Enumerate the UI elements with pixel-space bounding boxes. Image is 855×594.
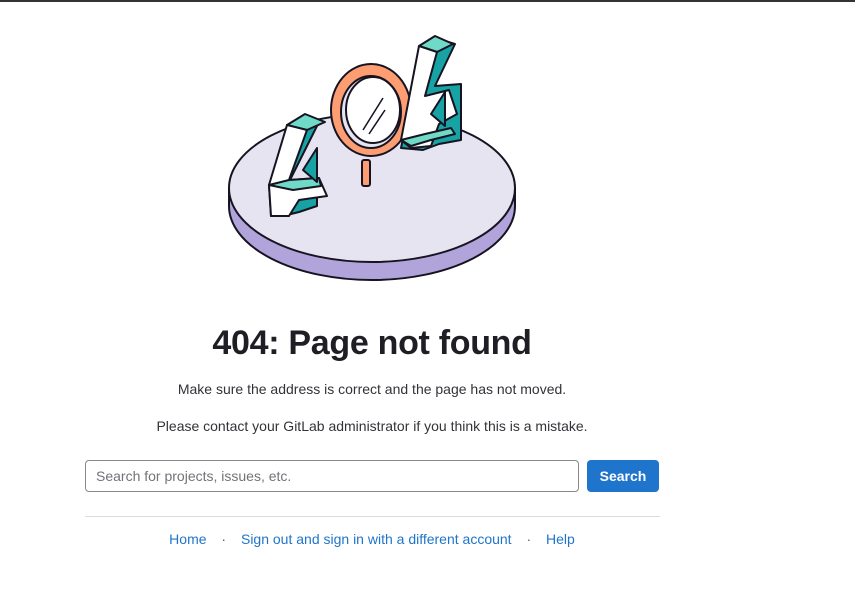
search-button[interactable]: Search [587,460,659,492]
divider [85,516,660,517]
contact-message: Please contact your GitLab administrator… [156,418,588,434]
search-input[interactable] [85,460,579,492]
sign-out-link[interactable]: Sign out and sign in with a different ac… [241,531,512,547]
home-link[interactable]: Home [169,531,206,547]
digit-four-right [400,35,462,151]
magnifier-glass [330,63,412,157]
footer-links: Home · Sign out and sign in with a diffe… [0,531,744,547]
separator: · [221,531,227,547]
404-illustration-icon [228,35,516,281]
search-form: Search [85,460,659,492]
top-border [0,0,855,2]
address-message: Make sure the address is correct and the… [177,381,567,397]
help-link[interactable]: Help [546,531,575,547]
page-title: 404: Page not found [212,324,532,362]
separator: · [526,531,532,547]
